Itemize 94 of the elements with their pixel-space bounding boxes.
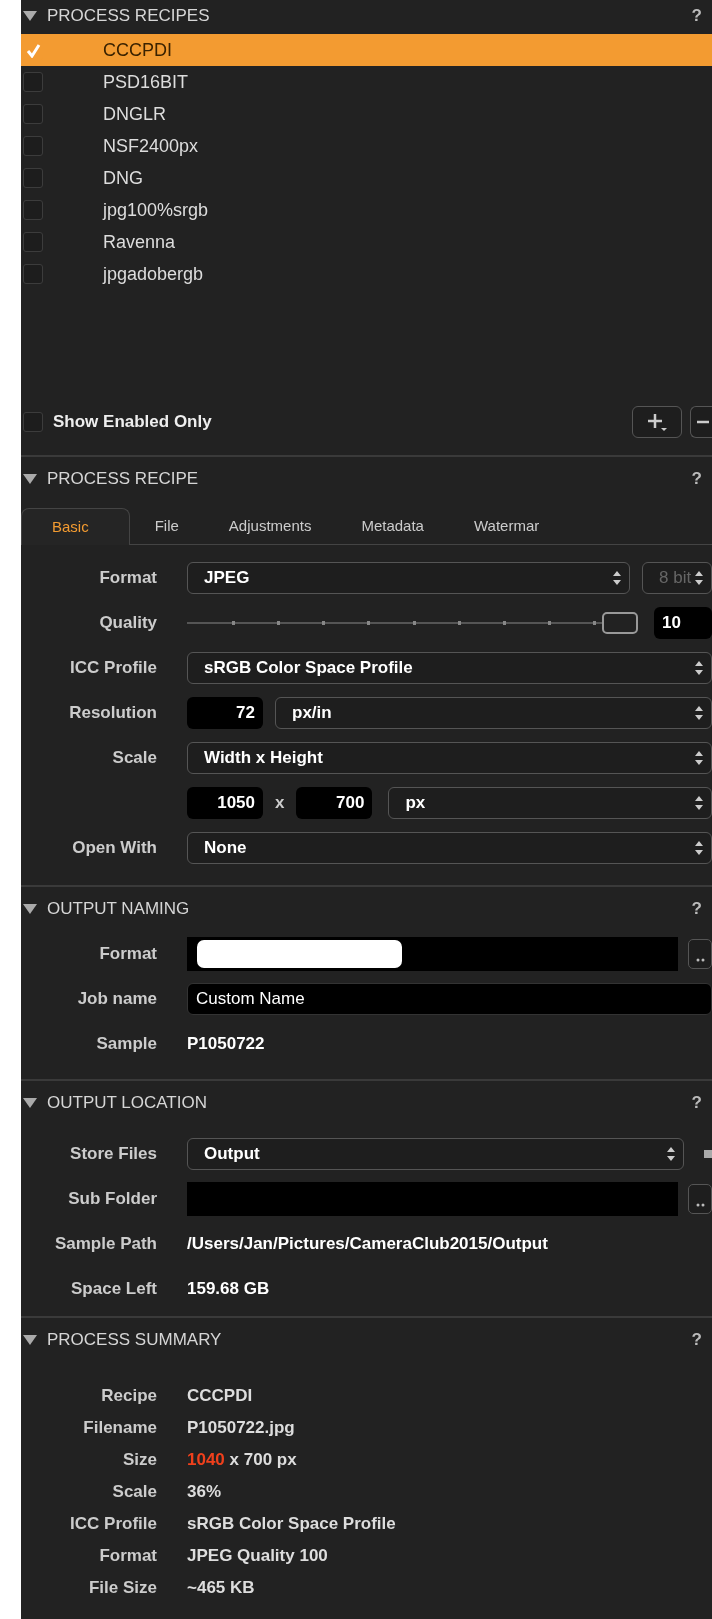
recipe-list-item[interactable]: NSF2400px <box>21 130 712 162</box>
field-label: Filename <box>82 1417 157 1440</box>
up-down-arrows-icon <box>695 704 703 721</box>
field-value: 159.68 GB <box>187 1277 270 1300</box>
dropdown[interactable]: px/in <box>275 696 712 729</box>
section-title: PROCESS SUMMARY <box>47 1329 223 1352</box>
warning-value: 1040 <box>187 1450 225 1470</box>
up-down-arrows-icon <box>695 794 703 811</box>
field-label: Sub Folder <box>67 1187 157 1210</box>
help-icon[interactable]: ? <box>691 896 702 922</box>
tab[interactable]: File <box>129 508 204 544</box>
field-label: Size <box>121 1449 157 1472</box>
field-label: Job name <box>76 987 157 1010</box>
checkmark-icon <box>25 42 41 58</box>
recipe-list-item[interactable]: DNG <box>21 162 712 194</box>
token-field[interactable] <box>187 936 678 971</box>
field-label: File Size <box>87 1577 157 1600</box>
text-field[interactable] <box>187 1181 678 1216</box>
field-label: Scale <box>111 1481 157 1504</box>
field-value: JPEG Quality 100 <box>187 1546 328 1566</box>
recipe-list-item[interactable]: DNGLR <box>21 98 712 130</box>
field-label: Store Files <box>69 1142 157 1165</box>
tab[interactable]: Basic <box>21 508 130 545</box>
text-field[interactable]: Custom Name <box>187 982 712 1015</box>
field-label: ICC Profile <box>69 656 157 679</box>
up-down-arrows-icon <box>695 839 703 856</box>
plus-icon <box>646 412 668 432</box>
help-icon[interactable]: ? <box>691 1090 702 1116</box>
dropdown[interactable]: sRGB Color Space Profile <box>187 651 712 684</box>
recipe-list-item[interactable]: PSD16BIT <box>21 66 712 98</box>
field-label: Sample Path <box>53 1232 157 1255</box>
help-icon[interactable]: ? <box>691 1327 702 1353</box>
recipe-list-item[interactable]: jpgadobergb <box>21 258 712 290</box>
section-title: OUTPUT LOCATION <box>47 1092 208 1115</box>
dropdown[interactable]: JPEG <box>187 561 630 594</box>
up-down-arrows-icon <box>613 569 621 586</box>
add-button[interactable] <box>632 406 682 438</box>
help-icon[interactable]: ? <box>691 3 702 29</box>
up-down-arrows-icon <box>695 659 703 676</box>
field-value: P1050722.jpg <box>187 1418 295 1438</box>
field-value: sRGB Color Space Profile <box>187 1514 396 1534</box>
section-title: OUTPUT NAMING <box>47 898 191 921</box>
field-label: Open With <box>71 836 157 859</box>
field-value: x 700 px <box>228 1450 297 1470</box>
times-sign: x <box>275 791 285 814</box>
field-label: Quality <box>98 611 157 634</box>
field-value: P1050722 <box>187 1032 265 1055</box>
field-value: ~465 KB <box>187 1578 255 1598</box>
help-icon[interactable]: ? <box>691 466 702 492</box>
field-label: Format <box>98 942 157 965</box>
up-down-arrows-icon <box>695 749 703 766</box>
section-title: PROCESS RECIPES <box>47 5 211 28</box>
number-field[interactable]: 72 <box>187 696 263 729</box>
disclosure-triangle-icon[interactable] <box>23 1097 37 1109</box>
tab[interactable]: Watermar <box>448 508 565 544</box>
field-label: Scale <box>111 746 157 769</box>
disclosure-triangle-icon[interactable] <box>23 1334 37 1346</box>
disclosure-triangle-icon[interactable] <box>23 473 37 485</box>
up-down-arrows-icon <box>695 569 703 586</box>
dropdown[interactable]: px <box>388 786 712 819</box>
minus-icon <box>694 420 709 424</box>
number-field[interactable]: 700 <box>296 786 373 819</box>
field-label: Format <box>98 566 157 589</box>
field-label: Sample <box>95 1032 157 1055</box>
tab[interactable]: Metadata <box>336 508 449 544</box>
dropdown[interactable]: Width x Height <box>187 741 712 774</box>
field-label: Format <box>98 1545 157 1568</box>
field-label: ICC Profile <box>69 1513 157 1536</box>
dropdown[interactable]: Output <box>187 1137 684 1170</box>
recipe-list-item[interactable]: jpg100%srgb <box>21 194 712 226</box>
number-field[interactable]: 1050 <box>187 786 263 819</box>
checkbox-label: Show Enabled Only <box>53 411 213 434</box>
disclosure-triangle-icon[interactable] <box>23 903 37 915</box>
recipe-list-item[interactable]: Ravenna <box>21 226 712 258</box>
remove-button[interactable] <box>690 406 712 438</box>
token-chip[interactable] <box>197 939 402 968</box>
field-value: 36% <box>187 1482 222 1502</box>
field-value: CCCPDI <box>187 1386 253 1406</box>
field-label: Space Left <box>70 1277 157 1300</box>
tab[interactable]: Adjustments <box>203 508 337 544</box>
field-label: Resolution <box>68 701 157 724</box>
field-value: /Users/Jan/Pictures/CameraClub2015/Output <box>187 1232 548 1255</box>
recipe-list-item[interactable]: CCCPDI <box>21 34 712 66</box>
ellipsis-icon <box>695 957 705 962</box>
field-label: Recipe <box>100 1385 157 1408</box>
up-down-arrows-icon <box>667 1145 675 1162</box>
slider-thumb[interactable] <box>602 611 638 634</box>
ellipsis-icon <box>695 1202 705 1207</box>
square-icon[interactable] <box>704 1149 712 1158</box>
section-title: PROCESS RECIPE <box>47 468 200 491</box>
disclosure-triangle-icon[interactable] <box>23 10 37 22</box>
dropdown[interactable]: None <box>187 831 712 864</box>
checkbox[interactable] <box>23 412 43 432</box>
number-field[interactable]: 10 <box>654 606 712 639</box>
